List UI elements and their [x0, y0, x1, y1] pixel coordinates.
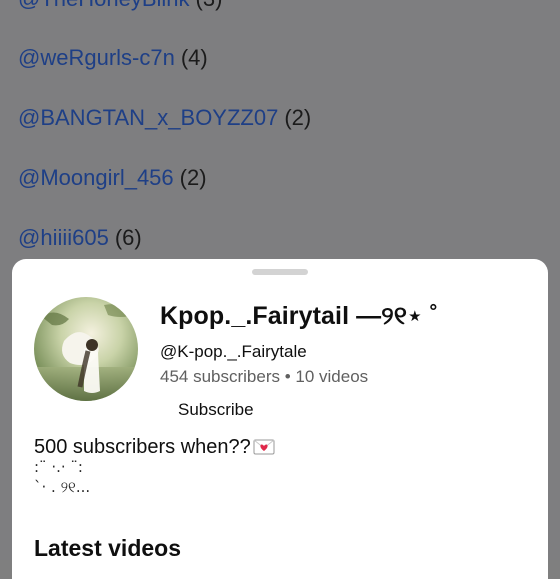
mention-item[interactable]: @BANGTAN_x_BOYZZ07 (2): [18, 105, 311, 131]
mention-item[interactable]: @Moongirl_456 (2): [18, 165, 207, 191]
subscribe-button[interactable]: Subscribe: [170, 395, 262, 425]
mention-item[interactable]: @weRgurls-c7n (4): [18, 45, 208, 71]
description-decor-line: :¨ ·.· ¨:: [34, 458, 83, 476]
mention-count: (6): [114, 225, 142, 250]
mention-handle[interactable]: @weRgurls-c7n: [18, 45, 175, 70]
channel-title: Kpop._.Fairytail —୨୧⋆ ˚: [160, 302, 439, 330]
mention-handle[interactable]: @hiiii605: [18, 225, 109, 250]
mention-count: (3): [196, 0, 223, 11]
channel-bottom-sheet: Kpop._.Fairytail —୨୧⋆ ˚ @K-pop._.Fairyta…: [12, 259, 548, 579]
latest-videos-heading: Latest videos: [34, 535, 181, 561]
mention-handle[interactable]: @BANGTAN_x_BOYZZ07: [18, 105, 278, 130]
mention-handle[interactable]: @Moongirl_456: [18, 165, 174, 190]
drag-handle[interactable]: [252, 269, 308, 275]
channel-stats: 454 subscribers • 10 videos: [160, 367, 369, 386]
love-letter-icon: [253, 439, 275, 455]
mention-count: (2): [284, 105, 312, 130]
mention-handle[interactable]: @TheHoneyBlink: [18, 0, 190, 11]
channel-handle: @K-pop._.Fairytale: [160, 342, 307, 361]
avatar-photo-icon: [34, 297, 138, 401]
mention-item[interactable]: @hiiii605 (6): [18, 225, 142, 251]
channel-avatar[interactable]: [34, 297, 138, 401]
description-decor-line: `· . ୨୧...: [34, 478, 91, 496]
mention-item[interactable]: @TheHoneyBlink (3): [18, 0, 222, 12]
mention-count: (2): [179, 165, 207, 190]
description-text: 500 subscribers when??: [34, 436, 251, 458]
channel-description: 500 subscribers when?? :¨ ·.· ¨: `· . ୨୧…: [34, 437, 275, 497]
mention-count: (4): [180, 45, 208, 70]
